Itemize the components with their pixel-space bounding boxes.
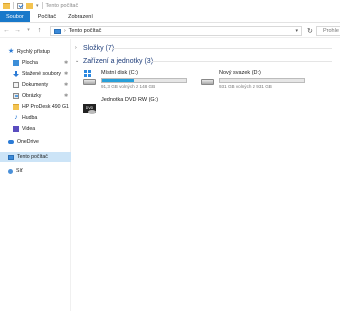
drive-g[interactable]: DVD Jednotka DVD RW (G:) (83, 97, 203, 119)
sidebar-item-label: Stažené soubory (22, 71, 61, 77)
tab-computer[interactable]: Počítač (32, 11, 62, 22)
sidebar-item-desktop[interactable]: Plocha ✱ (0, 58, 71, 68)
pin-icon[interactable]: ✱ (64, 93, 68, 99)
chevron-down-icon[interactable]: ▾ (36, 3, 39, 9)
sidebar-item-hp-prodesk[interactable]: HP ProDesk 490 G1 (0, 102, 71, 112)
tab-file[interactable]: Soubor (0, 11, 30, 22)
drive-name: Jednotka DVD RW (G:) (101, 97, 159, 103)
divider (41, 2, 43, 9)
drive-c[interactable]: Místní disk (C:) 91,3 GB volných z 148 G… (83, 70, 203, 92)
sidebar-item-videos[interactable]: Videa (0, 124, 71, 134)
pin-icon[interactable]: ✱ (64, 60, 68, 66)
pc-icon (54, 28, 61, 34)
drive-d[interactable]: Nový svazek (D:) 931 GB volných z 931 GB (201, 70, 321, 92)
sidebar-item-label: Plocha (22, 60, 38, 66)
sidebar-item-music[interactable]: ♪ Hudba (0, 113, 71, 123)
tab-view[interactable]: Zobrazení (62, 11, 99, 22)
ribbon-tabs: Soubor Počítač Zobrazení (0, 11, 340, 23)
drive-space-info: 91,3 GB volných z 148 GB (101, 84, 156, 89)
chevron-down-icon[interactable]: ⌄ (75, 58, 79, 64)
network-icon (8, 168, 13, 174)
divider (13, 2, 14, 9)
pin-icon[interactable]: ✱ (64, 82, 68, 88)
hard-drive-icon (201, 74, 214, 87)
address-dropdown-icon[interactable]: ▾ (295, 28, 298, 34)
onedrive-icon (8, 140, 14, 144)
drive-space-info: 931 GB volných z 931 GB (219, 84, 272, 89)
pictures-icon (13, 93, 19, 99)
address-bar[interactable]: › Tento počítač ▾ (50, 26, 302, 36)
sidebar-item-this-pc[interactable]: Tento počítač (0, 152, 71, 162)
navigation-pane: ★ Rychlý přístup Plocha ✱ Stažené soubor… (0, 39, 71, 311)
download-icon (13, 71, 19, 77)
group-header-folders[interactable]: › Složky (7) (75, 43, 114, 53)
breadcrumb-chevron-icon[interactable]: › (64, 28, 66, 34)
group-header-devices[interactable]: ⌄ Zařízení a jednotky (3) (75, 56, 153, 66)
pin-icon[interactable]: ✱ (64, 71, 68, 77)
drive-name: Nový svazek (D:) (219, 70, 261, 76)
folder-icon (13, 104, 19, 110)
sidebar-item-label: Obrázky (22, 93, 42, 99)
up-button[interactable]: ↑ (36, 27, 43, 34)
drive-usage-bar (219, 78, 305, 83)
sidebar-item-onedrive[interactable]: OneDrive (0, 137, 71, 147)
search-input[interactable]: Prohle (316, 26, 340, 36)
sidebar-item-label: Síť (16, 168, 23, 174)
forward-button[interactable]: → (14, 27, 21, 34)
sidebar-item-label: HP ProDesk 490 G1 (22, 104, 69, 110)
drive-name: Místní disk (C:) (101, 70, 138, 76)
sidebar-item-downloads[interactable]: Stažené soubory ✱ (0, 69, 71, 79)
group-divider (152, 61, 332, 62)
chevron-right-icon[interactable]: › (75, 45, 79, 51)
new-folder-icon[interactable] (26, 2, 33, 9)
group-title: Složky (7) (83, 44, 115, 52)
navigation-bar: ← → ▾ ↑ › Tento počítač ▾ ↻ Prohle (0, 24, 340, 38)
dvd-drive-icon: DVD (83, 101, 96, 114)
explorer-folder-icon (3, 2, 10, 9)
sidebar-item-label: Rychlý přístup (17, 49, 50, 55)
video-icon (13, 126, 19, 132)
content-pane: › Složky (7) ⌄ Zařízení a jednotky (3) M… (72, 39, 340, 311)
breadcrumb-current[interactable]: Tento počítač (69, 28, 102, 34)
sidebar-item-label: Hudba (22, 115, 38, 121)
sidebar-item-label: Videa (22, 126, 36, 132)
sidebar-item-network[interactable]: Síť (0, 166, 71, 176)
window-title: Tento počítač (45, 2, 79, 9)
sidebar-item-pictures[interactable]: Obrázky ✱ (0, 91, 71, 101)
title-bar: ▾ Tento počítač (0, 0, 340, 11)
pc-icon (8, 154, 14, 160)
refresh-button[interactable]: ↻ (307, 27, 313, 35)
group-divider (112, 48, 332, 49)
star-icon: ★ (8, 48, 15, 55)
sidebar-item-label: Tento počítač (17, 154, 48, 160)
properties-icon[interactable] (17, 2, 23, 9)
sidebar-item-label: OneDrive (17, 139, 39, 145)
group-title: Zařízení a jednotky (3) (83, 57, 154, 65)
sidebar-item-quick-access[interactable]: ★ Rychlý přístup (0, 47, 71, 57)
back-button[interactable]: ← (3, 27, 10, 34)
music-icon: ♪ (14, 114, 18, 121)
drive-usage-fill (102, 79, 134, 82)
windows-drive-icon (83, 70, 96, 87)
documents-icon (13, 82, 19, 88)
drive-usage-bar (101, 78, 187, 83)
sidebar-item-label: Dokumenty (22, 82, 49, 88)
recent-locations-button[interactable]: ▾ (25, 28, 32, 33)
sidebar-item-documents[interactable]: Dokumenty ✱ (0, 80, 71, 90)
desktop-icon (13, 60, 19, 66)
